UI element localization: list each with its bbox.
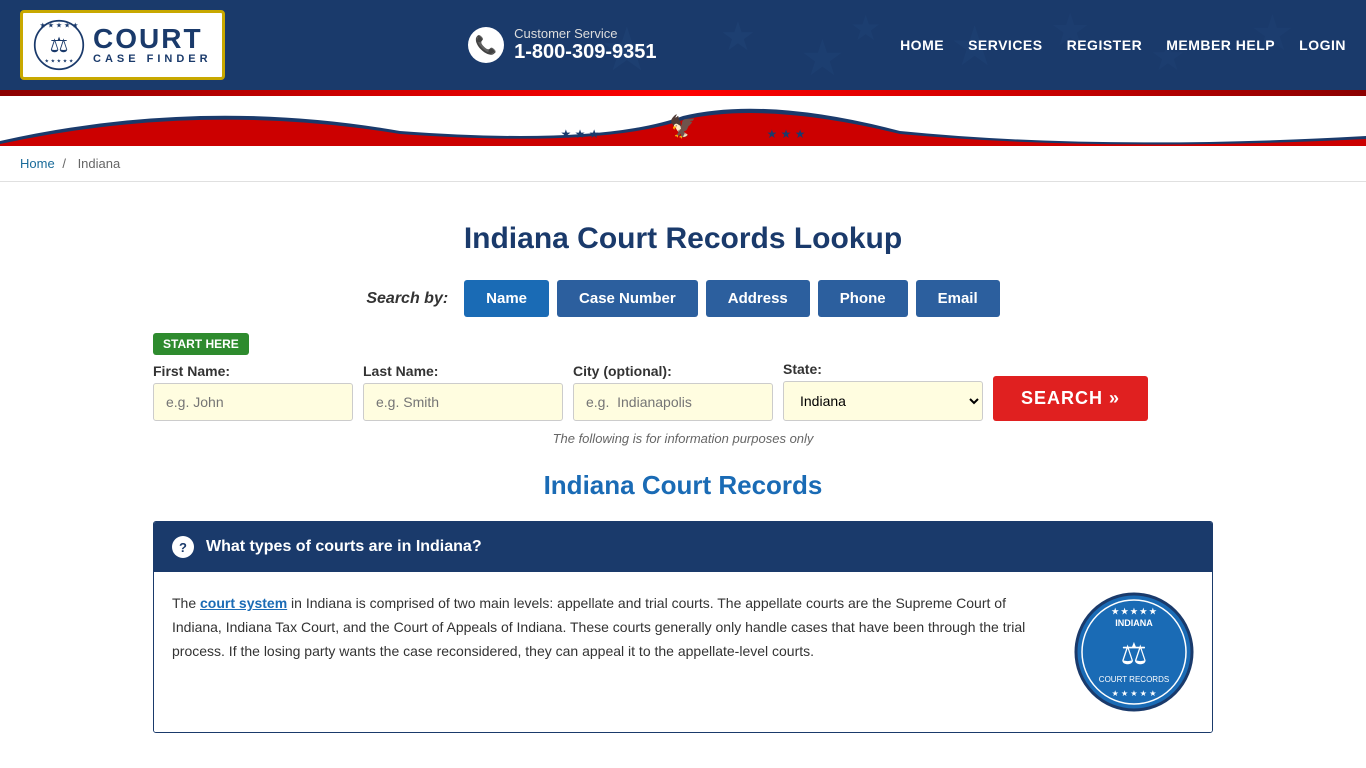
nav-member-help[interactable]: MEMBER HELP [1166,37,1275,53]
logo-court-text: COURT [93,25,203,53]
logo-emblem: ★ ★ ★ ★ ★ ⚖ ★ ★ ★ ★ ★ [33,19,85,71]
last-name-input[interactable] [363,383,563,421]
indiana-seal: ★ ★ ★ ★ ★ INDIANA ⚖ COURT RECORDS ★ ★ ★ … [1074,592,1194,712]
svg-text:COURT RECORDS: COURT RECORDS [1099,675,1169,684]
last-name-label: Last Name: [363,363,563,379]
svg-text:⚖: ⚖ [1121,638,1148,671]
faq-body-1: The court system in Indiana is comprised… [154,572,1212,732]
first-name-group: First Name: [153,363,353,421]
cs-phone: 1-800-309-9351 [514,41,656,64]
svg-text:★: ★ [720,15,756,59]
city-group: City (optional): [573,363,773,421]
breadcrumb: Home / Indiana [0,146,1366,182]
svg-text:★ ★ ★ ★ ★: ★ ★ ★ ★ ★ [1112,689,1157,698]
breadcrumb-home[interactable]: Home [20,156,55,171]
eagle-wave-svg: 🦅 ★ ★ ★ ★ ★ ★ [0,96,1366,146]
svg-text:★: ★ [850,9,881,48]
svg-text:★ ★ ★: ★ ★ ★ [561,127,600,141]
svg-text:★ ★ ★ ★ ★: ★ ★ ★ ★ ★ [44,58,73,64]
city-input[interactable] [573,383,773,421]
info-note: The following is for information purpose… [153,431,1213,446]
svg-text:⚖: ⚖ [50,34,69,57]
records-section-title: Indiana Court Records [153,470,1213,501]
tab-case-number[interactable]: Case Number [557,280,698,317]
page-title: Indiana Court Records Lookup [153,222,1213,256]
nav-services[interactable]: SERVICES [968,37,1043,53]
first-name-label: First Name: [153,363,353,379]
faq-answer-1: The court system in Indiana is comprised… [172,592,1054,712]
logo-case-finder-text: CASE FINDER [93,53,212,65]
cs-label: Customer Service [514,26,656,41]
state-label: State: [783,361,983,377]
city-label: City (optional): [573,363,773,379]
state-group: State: Indiana Alabama Alaska Arizona Ar… [783,361,983,421]
court-system-link[interactable]: court system [200,595,287,611]
faq-icon-1: ? [172,536,194,558]
tab-phone[interactable]: Phone [818,280,908,317]
first-name-input[interactable] [153,383,353,421]
svg-text:★ ★ ★ ★ ★: ★ ★ ★ ★ ★ [1112,607,1158,616]
customer-service: 📞 Customer Service 1-800-309-9351 [468,26,656,64]
start-here-badge: START HERE [153,333,249,355]
tab-name[interactable]: Name [464,280,549,317]
main-nav: HOME SERVICES REGISTER MEMBER HELP LOGIN [900,37,1346,53]
svg-text:INDIANA: INDIANA [1115,618,1153,628]
nav-login[interactable]: LOGIN [1299,37,1346,53]
phone-icon: 📞 [468,27,504,63]
breadcrumb-current: Indiana [78,156,121,171]
last-name-group: Last Name: [363,363,563,421]
tab-email[interactable]: Email [916,280,1000,317]
tab-address[interactable]: Address [706,280,810,317]
svg-text:★ ★ ★: ★ ★ ★ [767,127,806,141]
state-select[interactable]: Indiana Alabama Alaska Arizona Arkansas … [783,381,983,421]
nav-home[interactable]: HOME [900,37,944,53]
eagle-wave-container: 🦅 ★ ★ ★ ★ ★ ★ [0,96,1366,146]
faq-question-1: What types of courts are in Indiana? [206,538,482,556]
search-form-container: START HERE First Name: Last Name: City (… [153,333,1213,421]
breadcrumb-separator: / [62,156,66,171]
main-content: Indiana Court Records Lookup Search by: … [133,182,1233,763]
search-button[interactable]: SEARCH » [993,376,1148,421]
search-by-row: Search by: Name Case Number Address Phon… [153,280,1213,317]
svg-text:★: ★ [800,30,845,86]
search-by-label: Search by: [366,290,448,308]
search-form: First Name: Last Name: City (optional): … [153,361,1213,421]
faq-header-1[interactable]: ? What types of courts are in Indiana? [154,522,1212,572]
nav-register[interactable]: REGISTER [1067,37,1143,53]
svg-text:🦅: 🦅 [669,113,696,139]
faq-item-1: ? What types of courts are in Indiana? T… [153,521,1213,733]
logo[interactable]: ★ ★ ★ ★ ★ ⚖ ★ ★ ★ ★ ★ COURT CASE FINDER [20,10,225,80]
site-header: ★ ★ ★ ★ ★ ★ ★ ★ ★ ★ ★ ★ ★ ⚖ ★ ★ ★ ★ ★ CO… [0,0,1366,90]
svg-text:★ ★ ★ ★ ★: ★ ★ ★ ★ ★ [40,22,79,30]
